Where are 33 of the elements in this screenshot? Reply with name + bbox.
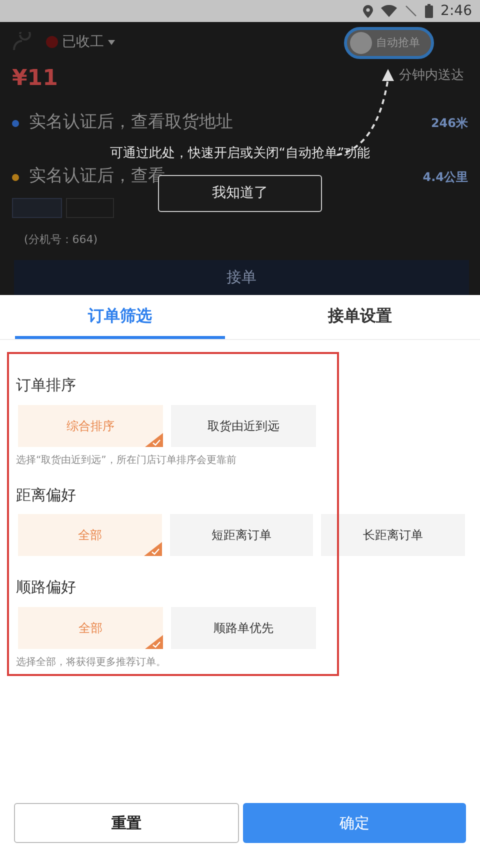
section-hint: 选择“取货由近到远”，所在门店订单排序会更靠前 bbox=[16, 454, 238, 468]
caret-icon bbox=[108, 40, 115, 44]
check-corner-icon bbox=[145, 634, 163, 648]
no-signal-icon bbox=[404, 5, 417, 17]
filter-option[interactable]: 短距离订单 bbox=[170, 514, 314, 556]
section-title: 距离偏好 bbox=[16, 484, 77, 506]
section-title: 顺路偏好 bbox=[16, 577, 77, 598]
order-distance: 246米 bbox=[430, 115, 468, 132]
delivery-time: 分钟内送达 bbox=[399, 67, 464, 85]
clock-time: 2:46 bbox=[440, 2, 472, 20]
section-hint: 选择全部，将获得更多推荐订单。 bbox=[16, 656, 167, 670]
battery-icon bbox=[424, 4, 433, 18]
section-title: 订单排序 bbox=[16, 375, 77, 396]
order-price: ¥11 bbox=[12, 65, 58, 93]
wifi-icon bbox=[380, 5, 397, 17]
check-corner-icon bbox=[144, 542, 162, 556]
extension-number: (分机号：664) bbox=[24, 232, 99, 248]
tab[interactable]: 接单设置 bbox=[255, 295, 465, 339]
order-address: 实名认证后，查看取货地址 bbox=[29, 111, 234, 134]
check-corner-icon bbox=[145, 432, 163, 446]
guide-message: 可通过此处，快速开启或关闭“自动抢单”功能 bbox=[108, 145, 372, 163]
filter-option[interactable]: 顺路单优先 bbox=[171, 606, 316, 648]
order-tag bbox=[12, 198, 62, 218]
location-icon bbox=[362, 4, 373, 18]
got-it-button[interactable]: 我知道了 bbox=[158, 175, 322, 212]
toggle-label: 自动抢单 bbox=[376, 34, 420, 51]
tab[interactable]: 订单筛选 bbox=[15, 295, 225, 339]
toggle-knob bbox=[350, 32, 372, 54]
filter-option[interactable]: 长距离订单 bbox=[321, 514, 466, 556]
filter-option[interactable]: 取货由近到远 bbox=[171, 404, 316, 446]
reset-button[interactable]: 重置 bbox=[14, 803, 239, 843]
order-distance: 4.4公里 bbox=[422, 169, 468, 186]
work-status-dropdown[interactable]: 已收工 bbox=[62, 32, 104, 52]
